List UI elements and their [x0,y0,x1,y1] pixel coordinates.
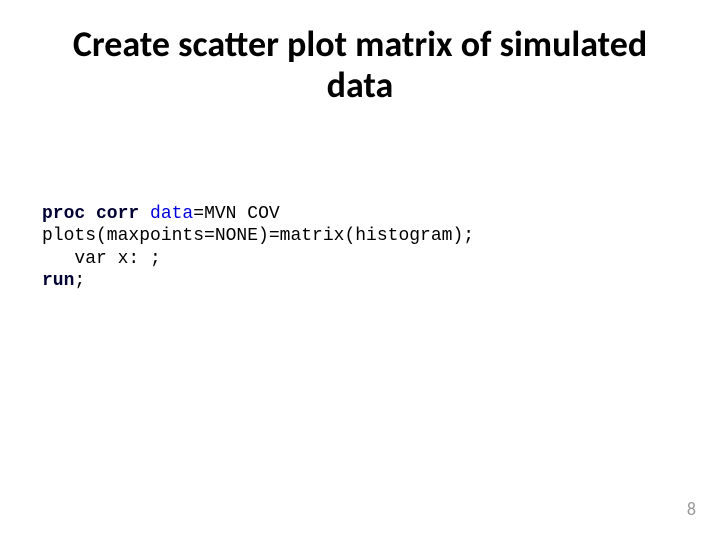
code-text [139,204,150,224]
code-indent [42,249,74,269]
option-data: data [150,204,193,224]
slide-title: Create scatter plot matrix of simulated … [70,24,650,107]
code-text: x: ; [107,249,161,269]
keyword-run: run [42,271,74,291]
slide: Create scatter plot matrix of simulated … [0,0,720,540]
code-text: = [193,204,204,224]
code-block: proc corr data=MVN COV plots(maxpoints=N… [42,203,690,293]
keyword-proc-corr: proc corr [42,204,139,224]
code-text [236,204,247,224]
code-text: ; [74,271,85,291]
identifier-mvn: MVN [204,204,236,224]
code-line-2: plots(maxpoints=NONE)=matrix(histogram); [42,226,474,246]
page-number: 8 [687,498,696,520]
code-var: var [74,249,106,269]
identifier-cov: COV [247,204,279,224]
